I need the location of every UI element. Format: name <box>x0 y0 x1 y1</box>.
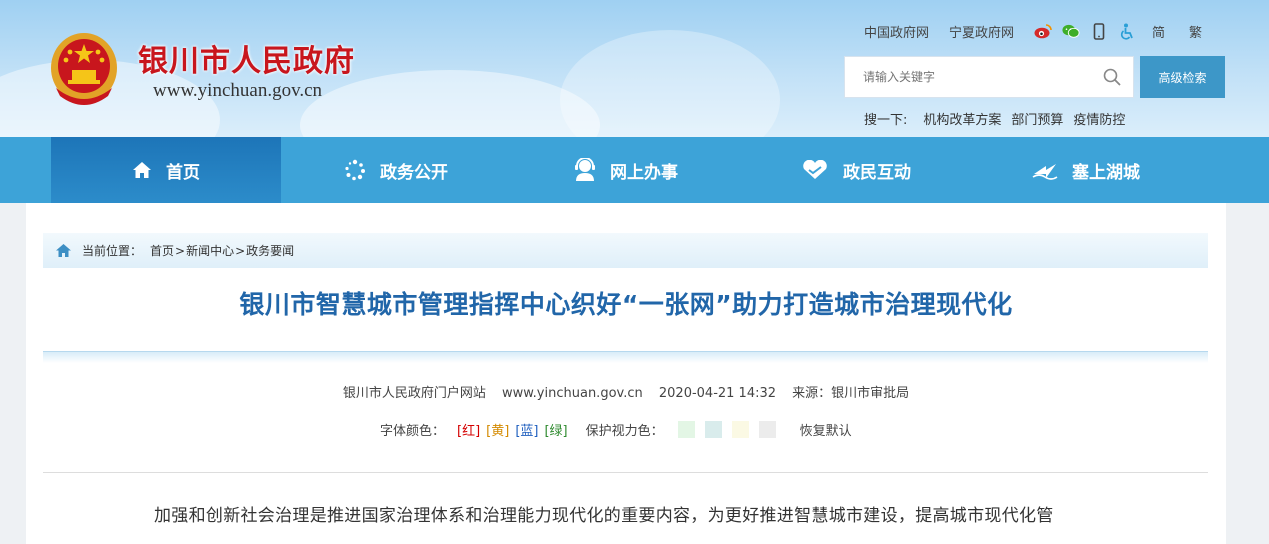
eye-care-swatch-yellow[interactable] <box>731 420 749 438</box>
link-ningxia-gov[interactable]: 宁夏政府网 <box>949 22 1014 41</box>
article-title: 银川市智慧城市管理指挥中心织好“一张网”助力打造城市治理现代化 <box>239 290 1013 319</box>
interaction-icon <box>801 160 829 180</box>
article-meta: 银川市人民政府门户网站 www.yinchuan.gov.cn 2020-04-… <box>26 382 1226 401</box>
eye-care-label: 保护视力色： <box>585 423 664 439</box>
site-header: 银川市人民政府 www.yinchuan.gov.cn 中国政府网 宁夏政府网 … <box>0 0 1269 137</box>
breadcrumb-item[interactable]: 政务要闻 <box>246 242 294 259</box>
reading-tools: 字体颜色： [红] [黄] [蓝] [绿] 保护视力色： 恢复默认 <box>380 419 852 439</box>
font-color-green[interactable]: [绿] <box>544 420 567 439</box>
meta-source: 来源：银川市审批局 <box>792 386 910 401</box>
mobile-icon[interactable] <box>1090 22 1108 40</box>
breadcrumb-item[interactable]: 首页 <box>150 242 174 259</box>
hot-search: 搜一下: 机构改革方案 部门预算 疫情防控 <box>864 109 1135 128</box>
eye-care-swatch-gray[interactable] <box>758 420 776 438</box>
top-links: 中国政府网 宁夏政府网 简 繁 <box>864 21 1220 41</box>
nav-label: 网上办事 <box>610 162 678 183</box>
breadcrumb: 当前位置： 首页 > 新闻中心 > 政务要闻 <box>43 233 1208 268</box>
nav-label: 首页 <box>166 162 200 183</box>
main-nav: 首页 政务公开 网上办事 政民互动 塞上湖城 <box>0 137 1269 203</box>
nav-item-lake-city[interactable]: 塞上湖城 <box>971 137 1201 203</box>
font-color-blue[interactable]: [蓝] <box>515 420 538 439</box>
reset-default-button[interactable]: 恢复默认 <box>800 420 852 439</box>
national-emblem-icon[interactable] <box>48 30 120 108</box>
link-china-gov[interactable]: 中国政府网 <box>864 22 929 41</box>
breadcrumb-separator: > <box>175 243 186 258</box>
nav-label: 塞上湖城 <box>1072 162 1140 183</box>
hot-term[interactable]: 部门预算 <box>1011 109 1063 128</box>
site-url: www.yinchuan.gov.cn <box>153 80 323 101</box>
font-color-red[interactable]: [红] <box>457 420 480 439</box>
search-box <box>844 56 1134 98</box>
service-icon <box>574 158 596 182</box>
title-divider <box>43 351 1208 363</box>
eye-care-swatch-cyan[interactable] <box>704 420 722 438</box>
home-icon <box>132 161 152 179</box>
font-color-label: 字体颜色： <box>380 423 446 439</box>
font-color-yellow[interactable]: [黄] <box>486 420 509 439</box>
site-title[interactable]: 银川市人民政府 <box>138 36 355 80</box>
meta-divider <box>43 472 1208 473</box>
lang-simplified[interactable]: 简 <box>1152 22 1165 41</box>
hot-term[interactable]: 机构改革方案 <box>923 109 1001 128</box>
breadcrumb-item[interactable]: 新闻中心 <box>186 242 234 259</box>
nav-item-open-gov[interactable]: 政务公开 <box>281 137 511 203</box>
lang-traditional[interactable]: 繁 <box>1189 22 1202 41</box>
breadcrumb-label: 当前位置： <box>82 244 143 258</box>
nav-item-online-service[interactable]: 网上办事 <box>511 137 741 203</box>
nav-label: 政民互动 <box>843 162 911 183</box>
article-container: 当前位置： 首页 > 新闻中心 > 政务要闻 银川市智慧城市管理指挥中心织好“一… <box>26 203 1226 544</box>
city-icon <box>1032 160 1058 180</box>
meta-datetime: 2020-04-21 14:32 <box>658 386 777 401</box>
eye-care-swatch-green[interactable] <box>677 420 695 438</box>
hot-search-label: 搜一下: <box>864 113 908 128</box>
advanced-search-button[interactable]: 高级检索 <box>1140 56 1225 98</box>
article-paragraph: 加强和创新社会治理是推进国家治理体系和治理能力现代化的重要内容，为更好推进智慧城… <box>154 506 1054 526</box>
hot-term[interactable]: 疫情防控 <box>1073 109 1125 128</box>
meta-publisher: 银川市人民政府门户网站 <box>342 386 486 401</box>
wechat-icon[interactable] <box>1062 22 1080 40</box>
weibo-icon[interactable] <box>1034 22 1052 40</box>
search-icon[interactable] <box>1103 68 1121 90</box>
breadcrumb-separator: > <box>235 243 246 258</box>
home-icon <box>55 243 72 258</box>
nav-item-home[interactable]: 首页 <box>51 137 281 203</box>
search-input[interactable] <box>845 57 1085 97</box>
accessibility-icon[interactable] <box>1118 22 1136 40</box>
nav-label: 政务公开 <box>380 162 448 183</box>
meta-url: www.yinchuan.gov.cn <box>501 386 643 401</box>
nav-item-interaction[interactable]: 政民互动 <box>741 137 971 203</box>
open-gov-icon <box>344 159 366 181</box>
